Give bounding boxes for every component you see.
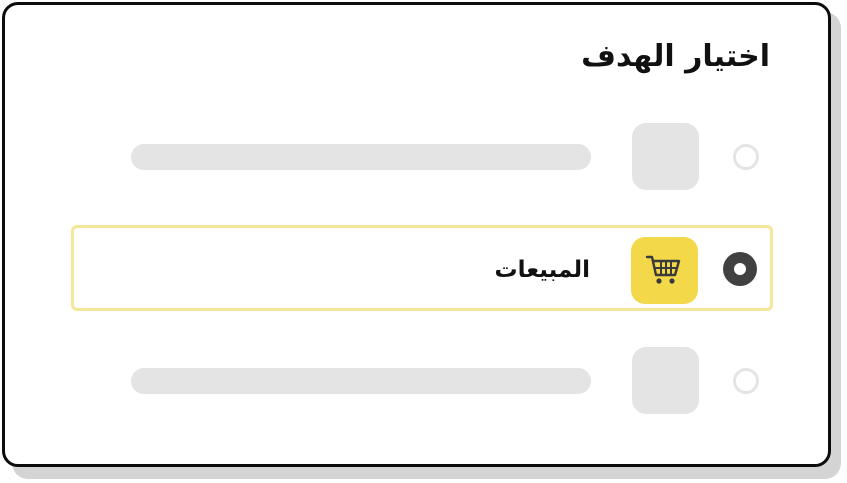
- placeholder-text-line: [131, 144, 591, 170]
- goal-option-sales[interactable]: المبيعات: [71, 225, 773, 311]
- page-title: اختيار الهدف: [581, 39, 770, 74]
- goal-option-placeholder-1[interactable]: [71, 117, 773, 203]
- radio-button-selected[interactable]: [723, 252, 757, 286]
- sales-icon-tile: [631, 237, 698, 304]
- goal-selection-card: اختيار الهدف المبيعات: [2, 2, 831, 467]
- option-label: المبيعات: [494, 257, 590, 283]
- goal-option-placeholder-2[interactable]: [71, 341, 773, 427]
- radio-button[interactable]: [733, 144, 759, 170]
- placeholder-icon: [632, 347, 699, 414]
- shopping-cart-icon: [645, 255, 681, 284]
- radio-button[interactable]: [733, 368, 759, 394]
- placeholder-icon: [632, 123, 699, 190]
- placeholder-text-line: [131, 368, 591, 394]
